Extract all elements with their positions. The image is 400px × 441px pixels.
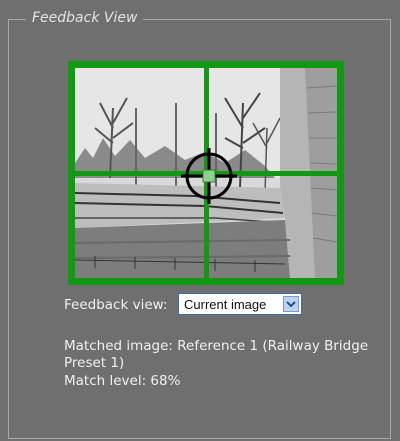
matched-image-line2: Preset 1) bbox=[64, 355, 125, 371]
matched-image-line1: Matched image: Reference 1 (Railway Brid… bbox=[64, 338, 369, 354]
feedback-view-label: Feedback view: bbox=[64, 297, 168, 313]
match-level-text: Match level: 68% bbox=[64, 373, 181, 389]
crosshair-icon bbox=[181, 148, 237, 204]
feedback-view-select[interactable]: Current image bbox=[178, 293, 302, 315]
camera-feedback-image[interactable] bbox=[68, 61, 344, 285]
feedback-view-legend: Feedback View bbox=[26, 10, 144, 26]
chevron-down-icon[interactable] bbox=[283, 296, 299, 312]
feedback-view-selected-value: Current image bbox=[184, 296, 267, 312]
